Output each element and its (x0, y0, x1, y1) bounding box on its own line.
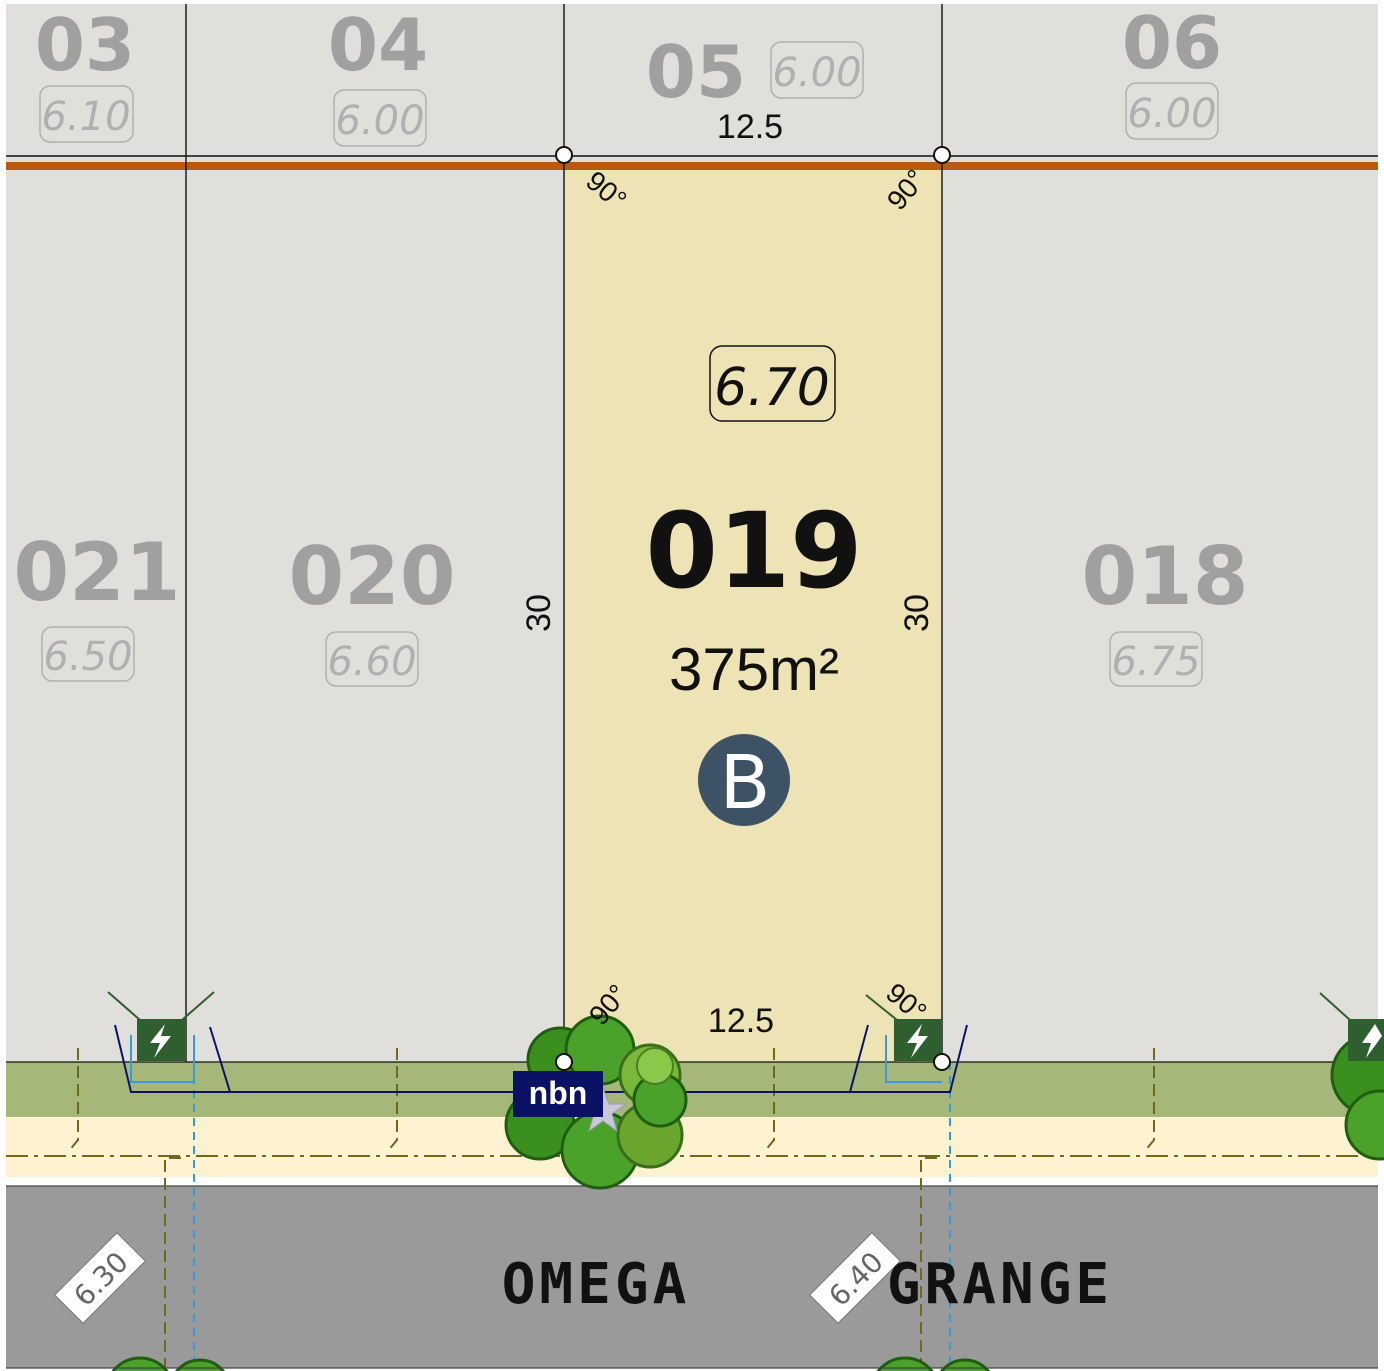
depth-left-dimension: 30 (520, 594, 558, 632)
lot-021-level: 6.50 (43, 634, 132, 680)
frontage-bottom-dimension: 12.5 (708, 1002, 774, 1040)
nbn-label: nbn (529, 1075, 588, 1111)
lot-04-number: 04 (328, 3, 428, 87)
featured-lot-number: 019 (645, 490, 862, 612)
lot-plan-drawing: nbn 03 6.10 04 6.00 05 6.00 06 6.00 021 … (6, 1, 1384, 1371)
rear-boundary-line (6, 162, 1378, 170)
lot-05-level: 6.00 (772, 50, 861, 96)
lot-020-number: 020 (289, 530, 456, 623)
street-name-left: OMEGA (502, 1252, 691, 1317)
lot-018-number: 018 (1082, 530, 1249, 623)
lot-04-level: 6.00 (335, 98, 424, 144)
featured-lot-fill[interactable] (564, 166, 942, 1062)
street-name-right: GRANGE (887, 1252, 1113, 1317)
lot-021-number: 021 (14, 526, 181, 619)
featured-lot-level: 6.70 (714, 358, 830, 418)
lot-018-level: 6.75 (1111, 639, 1200, 685)
road-surface (6, 1186, 1378, 1368)
lot-03-number: 03 (35, 3, 135, 87)
lot-03-level: 6.10 (41, 94, 130, 140)
lot-020-level: 6.60 (327, 639, 416, 685)
verge (6, 1062, 1378, 1117)
lot-06-number: 06 (1122, 1, 1222, 85)
footpath (6, 1117, 1378, 1177)
lot-05-number: 05 (646, 30, 746, 114)
featured-lot-area: 375m² (669, 636, 839, 703)
lot-type-badge-letter: B (720, 740, 771, 826)
lot-plan: nbn 03 6.10 04 6.00 05 6.00 06 6.00 021 … (0, 0, 1384, 1371)
frontage-top-dimension: 12.5 (717, 108, 783, 146)
lot-06-level: 6.00 (1127, 91, 1216, 137)
depth-right-dimension: 30 (898, 594, 936, 632)
